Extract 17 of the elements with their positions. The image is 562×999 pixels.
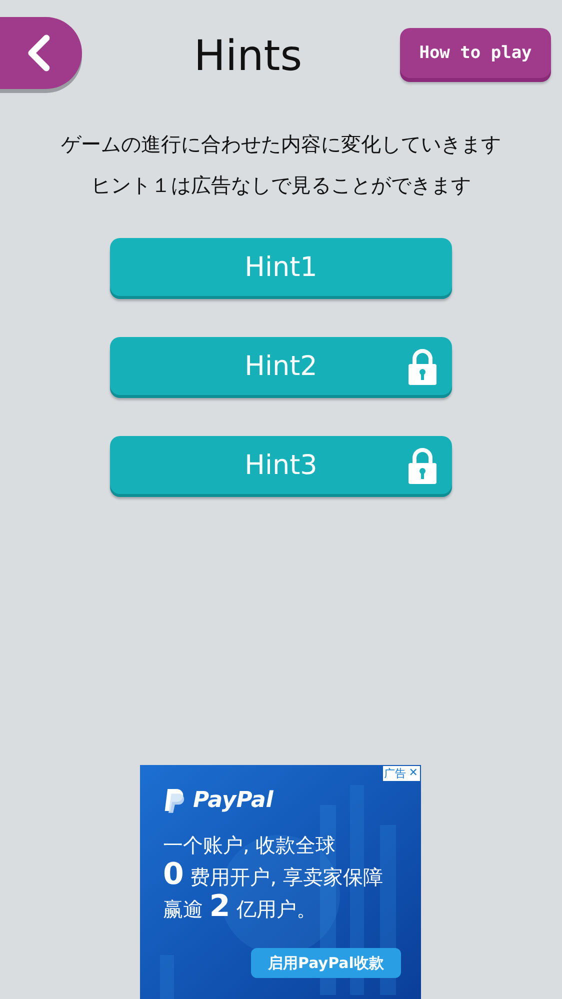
ad-banner[interactable]: 广告 ✕ PayPal 一个账户, 收款全球 0 费用开户, 享卖家保障 赢逾 2 亿用户。 启用PayPal收款 xyxy=(140,765,421,999)
brand-name: PayPal xyxy=(193,788,274,812)
screen-title: Hints xyxy=(192,30,304,80)
hint-button[interactable]: Hint2 xyxy=(110,337,452,395)
how-to-play-button[interactable]: How to play xyxy=(400,28,551,78)
intro-text: ヒント１は広告なしで見ることができます xyxy=(91,172,471,198)
close-ad-button[interactable]: ✕ xyxy=(406,766,420,781)
intro-text: ゲームの進行に合わせた内容に変化していきます xyxy=(61,131,501,157)
ad-text: 0 费用开户, 享卖家保障 xyxy=(163,861,383,891)
back-button[interactable] xyxy=(0,17,82,89)
p-logo-icon xyxy=(163,787,185,813)
hint-button[interactable]: Hint1 xyxy=(110,238,452,296)
hint-button[interactable]: Hint3 xyxy=(110,436,452,494)
ad-cta-button[interactable]: 启用PayPal收款 xyxy=(251,948,401,978)
ad-text: 一个账户, 收款全球 xyxy=(163,832,337,859)
ad-text: 赢逾 2 亿用户。 xyxy=(163,893,318,923)
ad-label: 广告 xyxy=(382,766,407,781)
